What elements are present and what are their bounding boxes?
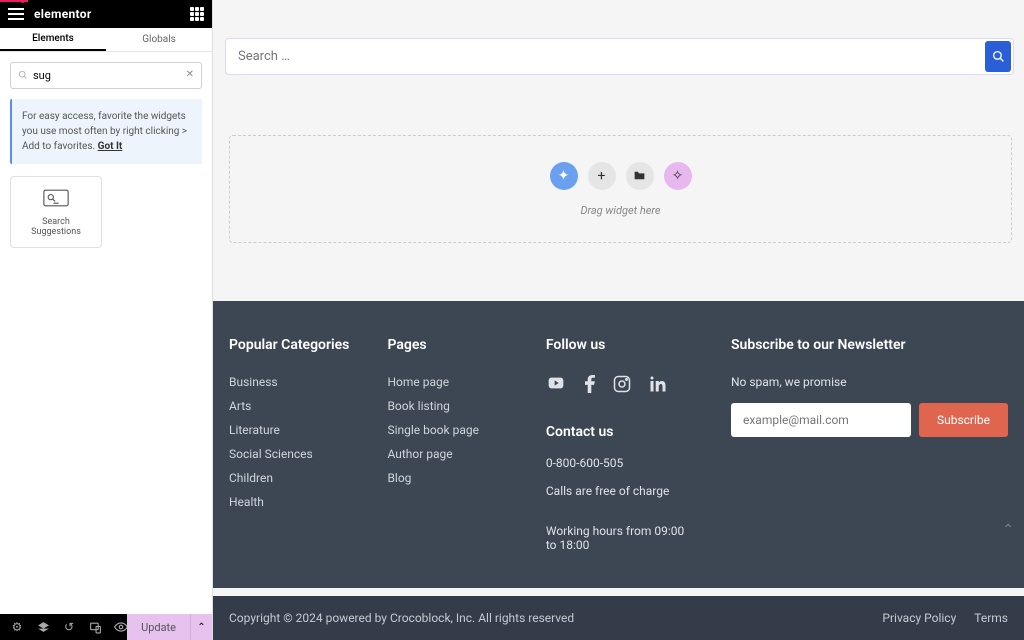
page-search-input[interactable] (228, 41, 985, 72)
footer-page-link[interactable]: Home page (387, 375, 511, 389)
footer-cat-link[interactable]: Arts (229, 399, 353, 413)
page-footer: Popular Categories Business Arts Literat… (213, 301, 1024, 588)
sidebar: elementor Elements Globals ✕ For easy ac… (0, 0, 213, 640)
clear-icon[interactable]: ✕ (186, 69, 194, 80)
widget-icon (43, 189, 69, 207)
footer-hours: Working hours from 09:00 to 18:00 (546, 524, 697, 552)
tab-globals[interactable]: Globals (106, 28, 212, 51)
dropzone-hint: Drag widget here (580, 204, 660, 217)
search-icon (18, 70, 28, 80)
footer-page-link[interactable]: Author page (387, 447, 511, 461)
widget-search: ✕ (0, 52, 212, 99)
privacy-link[interactable]: Privacy Policy (882, 611, 956, 625)
scroll-top-icon[interactable]: ⌃ (1002, 522, 1014, 538)
history-icon[interactable]: ↺ (56, 614, 82, 640)
footer-page-link[interactable]: Single book page (387, 423, 511, 437)
footer-contact-title: Contact us (546, 424, 697, 440)
footer-cat-title: Popular Categories (229, 337, 353, 353)
layers-icon[interactable] (30, 614, 56, 640)
footer-calls: Calls are free of charge (546, 484, 697, 498)
page-search-button[interactable] (985, 41, 1011, 72)
footer-pages-title: Pages (387, 337, 511, 353)
instagram-icon[interactable] (613, 375, 631, 398)
folder-icon[interactable] (626, 162, 654, 190)
update-caret[interactable]: ⌃ (190, 614, 212, 640)
bottom-bar: ⚙ ↺ Update ⌃ (0, 614, 212, 640)
footer-phone: 0-800-600-505 (546, 456, 697, 470)
dropzone-actions: ✦ + ✧ (550, 162, 692, 190)
linkedin-icon[interactable] (649, 375, 667, 398)
footer-cat-link[interactable]: Children (229, 471, 353, 485)
subscribe-button[interactable]: Subscribe (919, 403, 1008, 437)
dropzone[interactable]: ✦ + ✧ Drag widget here (229, 135, 1012, 243)
widget-label: Search Suggestions (19, 217, 93, 237)
footer-sub-title: Subscribe to our Newsletter (731, 337, 1008, 353)
footer-follow-title: Follow us (546, 337, 697, 353)
footer-bottom-bar: Copyright © 2024 powered by Crocoblock, … (213, 596, 1024, 640)
search-icon (992, 50, 1005, 63)
footer-cat-link[interactable]: Social Sciences (229, 447, 353, 461)
terms-link[interactable]: Terms (974, 611, 1008, 625)
footer-cat-link[interactable]: Business (229, 375, 353, 389)
sidebar-tabs: Elements Globals (0, 28, 212, 52)
footer-sub-note: No spam, we promise (731, 375, 1008, 389)
responsive-icon[interactable] (82, 614, 108, 640)
tip-gotit[interactable]: Got It (98, 141, 123, 152)
add-icon[interactable]: + (588, 162, 616, 190)
copyright: Copyright © 2024 powered by Crocoblock, … (229, 611, 574, 625)
sidebar-header: elementor (0, 0, 212, 28)
tip-box: For easy access, favorite the widgets yo… (10, 99, 202, 164)
update-button[interactable]: Update (127, 614, 190, 640)
search-input[interactable] (10, 62, 202, 89)
apps-icon[interactable] (190, 7, 204, 21)
ai-icon[interactable]: ✧ (664, 162, 692, 190)
magic-icon[interactable]: ✦ (550, 162, 578, 190)
footer-cat-link[interactable]: Health (229, 495, 353, 509)
facebook-icon[interactable] (584, 375, 595, 398)
footer-cat-link[interactable]: Literature (229, 423, 353, 437)
newsletter-email-input[interactable] (731, 403, 911, 437)
tab-elements[interactable]: Elements (0, 28, 106, 51)
widget-search-suggestions[interactable]: Search Suggestions (10, 176, 102, 248)
settings-icon[interactable]: ⚙ (4, 614, 30, 640)
footer-page-link[interactable]: Blog (387, 471, 511, 485)
brand-logo: elementor (34, 7, 92, 21)
page-search-bar (225, 38, 1014, 75)
footer-page-link[interactable]: Book listing (387, 399, 511, 413)
youtube-icon[interactable] (546, 375, 566, 398)
menu-icon[interactable] (8, 8, 24, 20)
